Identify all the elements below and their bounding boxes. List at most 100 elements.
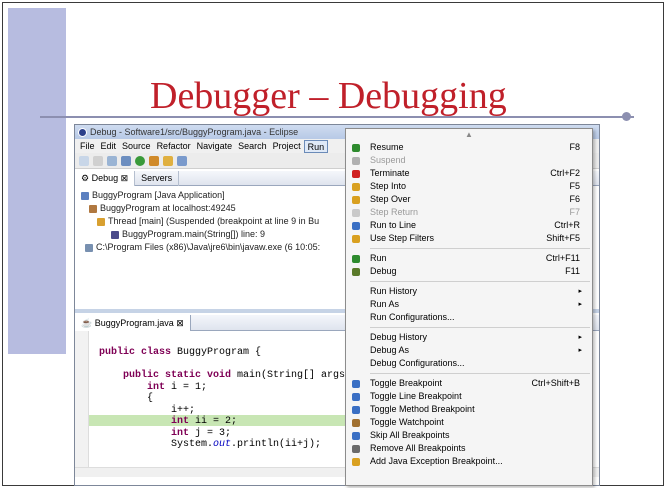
menu-run[interactable]: Run <box>303 139 329 153</box>
menu-item-use-step-filters[interactable]: Use Step Filters Shift+F5 <box>346 232 592 245</box>
menu-item-toggle-watchpoint[interactable]: Toggle Watchpoint <box>346 416 592 429</box>
menu-item-run-configurations[interactable]: Run Configurations... <box>346 311 592 324</box>
menu-item-toggle-line-breakpoint[interactable]: Toggle Line Breakpoint <box>346 390 592 403</box>
line-breakpoint-icon <box>352 393 360 401</box>
submenu-arrow-icon: ▸ <box>578 347 582 354</box>
menu-item-label: Add Java Exception Breakpoint... <box>370 456 503 466</box>
menu-separator <box>370 281 590 282</box>
menu-item-label: Step Return <box>370 207 419 217</box>
menu-item-label: Toggle Watchpoint <box>370 417 444 427</box>
remove-breakpoints-icon <box>352 445 360 453</box>
method-breakpoint-icon <box>352 406 360 414</box>
launch-icon <box>81 191 89 200</box>
menu-item-remove-all-breakpoints[interactable]: Remove All Breakpoints <box>346 442 592 455</box>
menu-item-label: Skip All Breakpoints <box>370 430 450 440</box>
tab-debug[interactable]: ⚙ Debug ⊠ <box>75 170 136 186</box>
menu-item-terminate[interactable]: Terminate Ctrl+F2 <box>346 167 592 180</box>
menu-item-step-into[interactable]: Step Into F5 <box>346 180 592 193</box>
menu-item-debug-configurations[interactable]: Debug Configurations... <box>346 357 592 370</box>
run-toolbar-icon[interactable] <box>135 155 145 166</box>
run-icon <box>352 255 360 263</box>
menu-item-label: Step Into <box>370 181 407 191</box>
process-icon <box>85 243 93 252</box>
menu-item-label: Run to Line <box>370 220 417 230</box>
editor-gutter[interactable] <box>75 331 89 471</box>
submenu-arrow-icon: ▸ <box>578 288 582 295</box>
menu-item-add-java-exception-breakpoint[interactable]: Add Java Exception Breakpoint... <box>346 455 592 468</box>
step-return-icon <box>352 209 360 217</box>
menu-item-label: Run As <box>370 299 400 309</box>
menu-separator <box>370 373 590 374</box>
menu-edit[interactable]: Edit <box>98 140 120 153</box>
menu-item-run-to-line[interactable]: Run to Line Ctrl+R <box>346 219 592 232</box>
step-filters-icon <box>352 235 360 243</box>
print-icon[interactable] <box>107 155 117 166</box>
run-to-line-icon <box>352 222 360 230</box>
code-line: i++; <box>99 404 196 416</box>
step-into-icon <box>352 183 360 191</box>
search-icon[interactable] <box>177 155 187 166</box>
menu-item-shortcut: F7 <box>569 207 580 217</box>
menu-item-label: Toggle Method Breakpoint <box>370 404 475 414</box>
submenu-arrow-icon: ▸ <box>578 334 582 341</box>
menu-item-label: Debug <box>370 266 397 276</box>
window-title: Debug - Software1/src/BuggyProgram.java … <box>90 127 299 137</box>
skip-breakpoints-icon <box>352 432 360 440</box>
tab-buggyprogram-java[interactable]: ☕ BuggyProgram.java ⊠ <box>75 314 191 331</box>
suspend-icon <box>352 157 360 165</box>
menu-item-run-history[interactable]: Run History ▸ <box>346 285 592 298</box>
menu-item-resume[interactable]: Resume F8 <box>346 141 592 154</box>
stack-frame-icon <box>111 230 119 239</box>
menu-item-label: Run History <box>370 286 418 296</box>
code-line: { <box>99 393 154 404</box>
open-type-icon[interactable] <box>163 155 173 166</box>
menu-navigate[interactable]: Navigate <box>194 140 236 153</box>
menu-item-label: Step Over <box>370 194 411 204</box>
new-icon[interactable] <box>79 155 89 166</box>
menu-item-label: Toggle Line Breakpoint <box>370 391 462 401</box>
eclipse-icon <box>78 127 87 137</box>
code-line: int ii = 2; <box>99 416 238 427</box>
menu-item-label: Run <box>370 253 387 263</box>
code-line: public static void main(String[] args) { <box>99 370 364 381</box>
menu-item-step-return[interactable]: Step Return F7 <box>346 206 592 219</box>
menu-item-shortcut: Ctrl+F2 <box>550 168 580 178</box>
external-tools-icon[interactable] <box>149 155 159 166</box>
debug-toolbar-icon[interactable] <box>121 155 131 166</box>
menu-item-suspend[interactable]: Suspend <box>346 154 592 167</box>
menu-item-debug[interactable]: Debug F11 <box>346 265 592 278</box>
debug-target-icon <box>89 204 97 213</box>
code-line: public class BuggyProgram { <box>99 347 262 358</box>
menu-item-skip-all-breakpoints[interactable]: Skip All Breakpoints <box>346 429 592 442</box>
menu-item-debug-as[interactable]: Debug As ▸ <box>346 344 592 357</box>
menu-scroll-up-icon[interactable]: ▲ <box>346 129 592 141</box>
debug-icon <box>352 268 360 276</box>
menu-item-shortcut: F6 <box>569 194 580 204</box>
menu-search[interactable]: Search <box>235 140 270 153</box>
slide-title: Debugger – Debugging <box>150 75 507 117</box>
resume-icon <box>352 144 360 152</box>
save-icon[interactable] <box>93 155 103 166</box>
menu-refactor[interactable]: Refactor <box>154 140 194 153</box>
menu-item-step-over[interactable]: Step Over F6 <box>346 193 592 206</box>
menu-project[interactable]: Project <box>270 140 304 153</box>
menu-item-label: Resume <box>370 142 404 152</box>
menu-item-shortcut: Ctrl+F11 <box>545 253 580 263</box>
menu-item-run-as[interactable]: Run As ▸ <box>346 298 592 311</box>
menu-item-label: Toggle Breakpoint <box>370 378 443 388</box>
terminate-icon <box>352 170 360 178</box>
menu-file[interactable]: File <box>77 140 98 153</box>
menu-item-run[interactable]: Run Ctrl+F11 <box>346 252 592 265</box>
menu-item-debug-history[interactable]: Debug History ▸ <box>346 331 592 344</box>
menu-item-shortcut: F11 <box>565 266 580 276</box>
menu-item-shortcut: F8 <box>569 142 580 152</box>
submenu-arrow-icon: ▸ <box>578 301 582 308</box>
step-over-icon <box>352 196 360 204</box>
tab-servers[interactable]: Servers <box>135 170 180 186</box>
menu-item-label: Debug History <box>370 332 428 342</box>
menu-item-toggle-method-breakpoint[interactable]: Toggle Method Breakpoint <box>346 403 592 416</box>
breakpoint-icon <box>352 380 360 388</box>
menu-item-toggle-breakpoint[interactable]: Toggle Breakpoint Ctrl+Shift+B <box>346 377 592 390</box>
menu-source[interactable]: Source <box>119 140 154 153</box>
